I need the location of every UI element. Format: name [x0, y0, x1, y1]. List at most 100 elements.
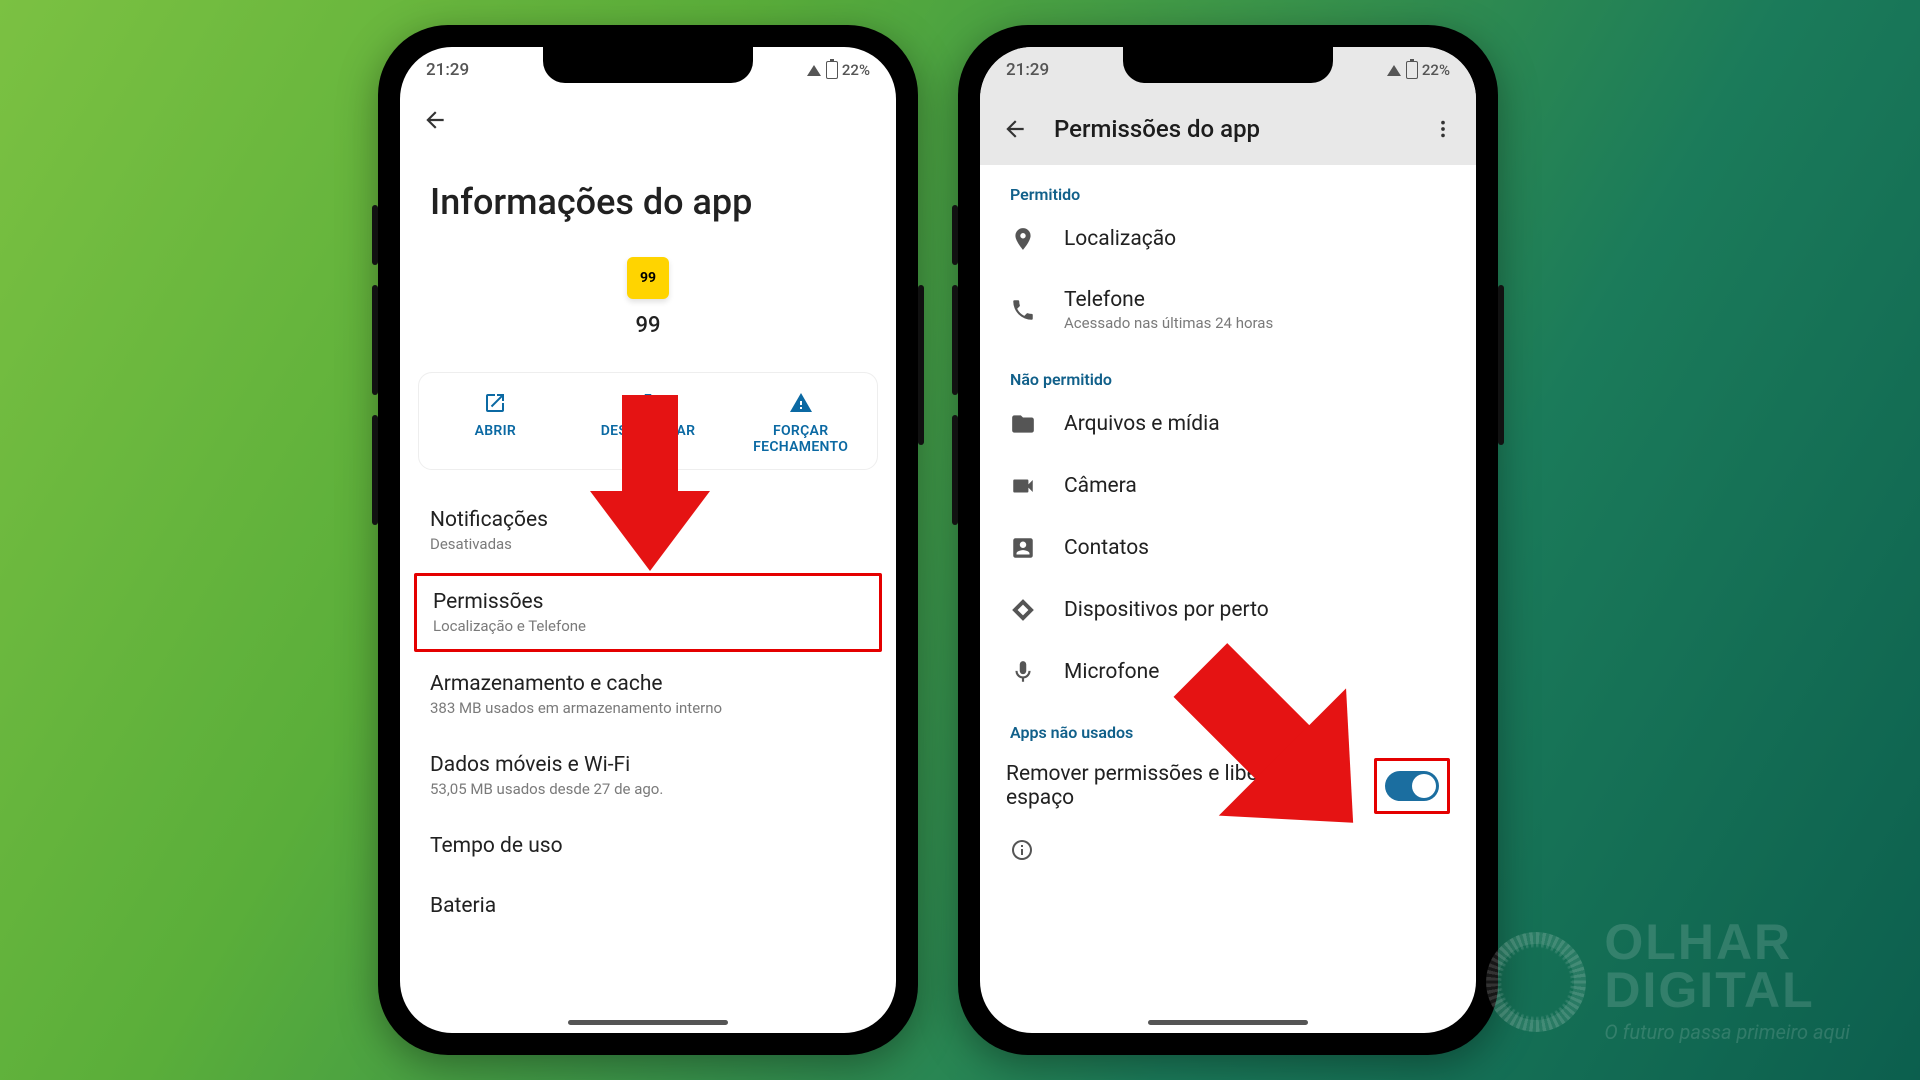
force-stop-label-2: FECHAMENTO [753, 439, 848, 455]
phone-side-button [952, 205, 958, 265]
app-action-row: ABRIR DESINSTALAR FORÇAR FECHAMENTO [418, 372, 878, 470]
setting-label: Dados móveis e Wi-Fi [430, 753, 866, 777]
app-name: 99 [400, 313, 896, 338]
uninstall-button[interactable]: DESINSTALAR [572, 373, 725, 469]
overflow-menu-icon[interactable] [1432, 118, 1454, 140]
setting-sub: Desativadas [430, 535, 866, 553]
phone-right-frame: 21:29 22% Permissões do app Permitido Lo… [958, 25, 1498, 1055]
setting-battery[interactable]: Bateria [400, 876, 896, 936]
setting-label: Bateria [430, 894, 866, 918]
watermark-brand-line2: DIGITAL [1604, 967, 1850, 1015]
contacts-icon [1010, 535, 1036, 561]
permission-label: Dispositivos por perto [1064, 598, 1269, 622]
phone-right-screen: 21:29 22% Permissões do app Permitido Lo… [980, 47, 1476, 1033]
info-icon [1010, 838, 1034, 862]
phone-side-button [1498, 285, 1504, 445]
warning-icon [789, 391, 813, 415]
status-right: 22% [1387, 61, 1450, 79]
status-battery: 22% [842, 61, 870, 79]
setting-permissions[interactable]: Permissões Localização e Telefone [414, 573, 882, 652]
status-battery: 22% [1422, 61, 1450, 79]
uninstall-label: DESINSTALAR [601, 423, 696, 439]
permission-location[interactable]: Localização [980, 208, 1476, 270]
force-stop-label-1: FORÇAR [773, 423, 828, 439]
home-indicator[interactable] [568, 1020, 728, 1025]
status-time: 21:29 [1006, 60, 1049, 80]
signal-icon [807, 65, 821, 76]
setting-label: Permissões [433, 590, 863, 614]
trash-icon [636, 391, 660, 415]
setting-storage[interactable]: Armazenamento e cache 383 MB usados em a… [400, 654, 896, 735]
phone-side-button [952, 285, 958, 395]
setting-data[interactable]: Dados móveis e Wi-Fi 53,05 MB usados des… [400, 735, 896, 816]
back-arrow-icon[interactable] [1002, 116, 1028, 142]
section-denied: Não permitido [980, 350, 1476, 393]
info-row[interactable] [980, 826, 1476, 878]
phone-notch [1123, 47, 1333, 83]
back-arrow-icon[interactable] [422, 107, 448, 133]
permission-phone[interactable]: Telefone Acessado nas últimas 24 horas [980, 270, 1476, 350]
setting-notifications[interactable]: Notificações Desativadas [400, 490, 896, 571]
annotation-highlight-box [1374, 758, 1450, 814]
remove-permissions-label: Remover permissões e liberar espaço [1006, 762, 1326, 810]
home-indicator[interactable] [1148, 1020, 1308, 1025]
remove-permissions-toggle[interactable] [1385, 771, 1439, 801]
status-right: 22% [807, 61, 870, 79]
permission-microphone[interactable]: Microfone [980, 641, 1476, 703]
nearby-icon [1010, 597, 1036, 623]
setting-sub: 383 MB usados em armazenamento interno [430, 699, 866, 717]
watermark: OLHAR DIGITAL O futuro passa primeiro aq… [1486, 919, 1850, 1044]
permission-nearby[interactable]: Dispositivos por perto [980, 579, 1476, 641]
phone-notch [543, 47, 753, 83]
camera-icon [1010, 473, 1036, 499]
force-stop-button[interactable]: FORÇAR FECHAMENTO [724, 373, 877, 469]
permission-sub: Acessado nas últimas 24 horas [1064, 314, 1273, 332]
battery-icon [826, 61, 838, 79]
toggle-knob [1412, 774, 1436, 798]
open-label: ABRIR [475, 423, 517, 439]
phone-side-button [372, 205, 378, 265]
phone-left-screen: 21:29 22% Informações do app 99 99 [400, 47, 896, 1033]
permission-label: Microfone [1064, 660, 1159, 684]
microphone-icon [1010, 659, 1036, 685]
permission-files[interactable]: Arquivos e mídia [980, 393, 1476, 455]
watermark-text: OLHAR DIGITAL O futuro passa primeiro aq… [1604, 919, 1850, 1044]
permission-camera[interactable]: Câmera [980, 455, 1476, 517]
phone-left-frame: 21:29 22% Informações do app 99 99 [378, 25, 918, 1055]
setting-label: Notificações [430, 508, 866, 532]
phone-side-button [372, 415, 378, 525]
phone-side-button [952, 415, 958, 525]
permission-label: Arquivos e mídia [1064, 412, 1220, 436]
app-bar: Permissões do app [980, 93, 1476, 165]
permission-contacts[interactable]: Contatos [980, 517, 1476, 579]
appbar-title: Permissões do app [1054, 115, 1406, 143]
setting-label: Armazenamento e cache [430, 672, 866, 696]
setting-screen-time[interactable]: Tempo de uso [400, 816, 896, 876]
battery-icon [1406, 61, 1418, 79]
section-allowed: Permitido [980, 165, 1476, 208]
open-icon [483, 391, 507, 415]
status-time: 21:29 [426, 60, 469, 80]
setting-sub: Localização e Telefone [433, 617, 863, 635]
page-title: Informações do app [400, 137, 896, 257]
app-header: 99 99 [400, 257, 896, 362]
watermark-brand-line1: OLHAR [1604, 919, 1850, 967]
app-icon-text: 99 [640, 270, 656, 286]
signal-icon [1387, 65, 1401, 76]
open-button[interactable]: ABRIR [419, 373, 572, 469]
permission-label: Câmera [1064, 474, 1137, 498]
remove-permissions-row: Remover permissões e liberar espaço [980, 746, 1476, 826]
permission-label: Contatos [1064, 536, 1149, 560]
app-icon: 99 [627, 257, 669, 299]
section-unused: Apps não usados [980, 703, 1476, 746]
setting-label: Tempo de uso [430, 834, 866, 858]
setting-sub: 53,05 MB usados desde 27 de ago. [430, 780, 866, 798]
folder-icon [1010, 411, 1036, 437]
permission-label: Localização [1064, 227, 1176, 251]
back-row [400, 93, 896, 137]
permission-label: Telefone [1064, 288, 1273, 312]
phone-side-button [372, 285, 378, 395]
phone-side-button [918, 285, 924, 445]
phone-icon [1010, 297, 1036, 323]
watermark-ring-icon [1486, 932, 1586, 1032]
